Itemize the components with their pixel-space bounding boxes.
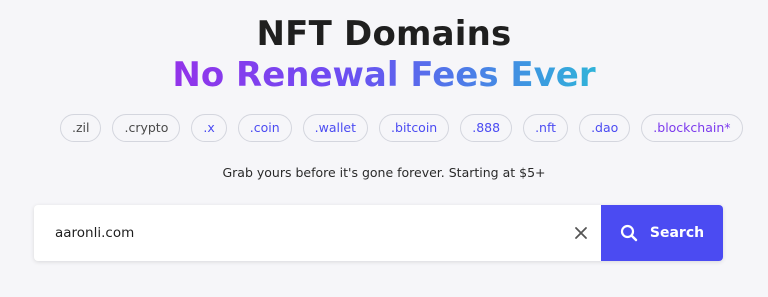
search-button-label: Search (649, 225, 705, 241)
tld-chip-wallet[interactable]: .wallet (302, 114, 369, 142)
page: NFT Domains No Renewal Fees Ever .zil .c… (0, 0, 768, 297)
tld-chip-zil[interactable]: .zil (60, 114, 102, 142)
subtitle-text: No Renewal Fees Ever (172, 55, 596, 95)
search-button[interactable]: Search (601, 205, 723, 261)
tld-chip-888[interactable]: .888 (460, 114, 513, 142)
tld-chip-coin[interactable]: .coin (237, 114, 292, 142)
page-subtitle: No Renewal Fees Ever (0, 53, 768, 97)
search-input[interactable] (34, 205, 574, 261)
tld-chip-nft[interactable]: .nft (523, 114, 569, 142)
tld-chip-list: .zil .crypto .x .coin .wallet .bitcoin .… (60, 114, 743, 142)
tld-chip-x[interactable]: .x (191, 114, 227, 142)
tld-chip-crypto[interactable]: .crypto (112, 114, 181, 142)
tld-chip-blockchain[interactable]: .blockchain* (641, 114, 743, 142)
page-title: NFT Domains (256, 14, 512, 54)
tld-chip-dao[interactable]: .dao (579, 114, 631, 142)
tagline: Grab yours before it's gone forever. Sta… (222, 165, 546, 180)
tld-chip-bitcoin[interactable]: .bitcoin (379, 114, 450, 142)
close-icon[interactable] (572, 224, 590, 242)
search-bar: Search (34, 205, 723, 261)
magnifier-icon (620, 224, 638, 242)
